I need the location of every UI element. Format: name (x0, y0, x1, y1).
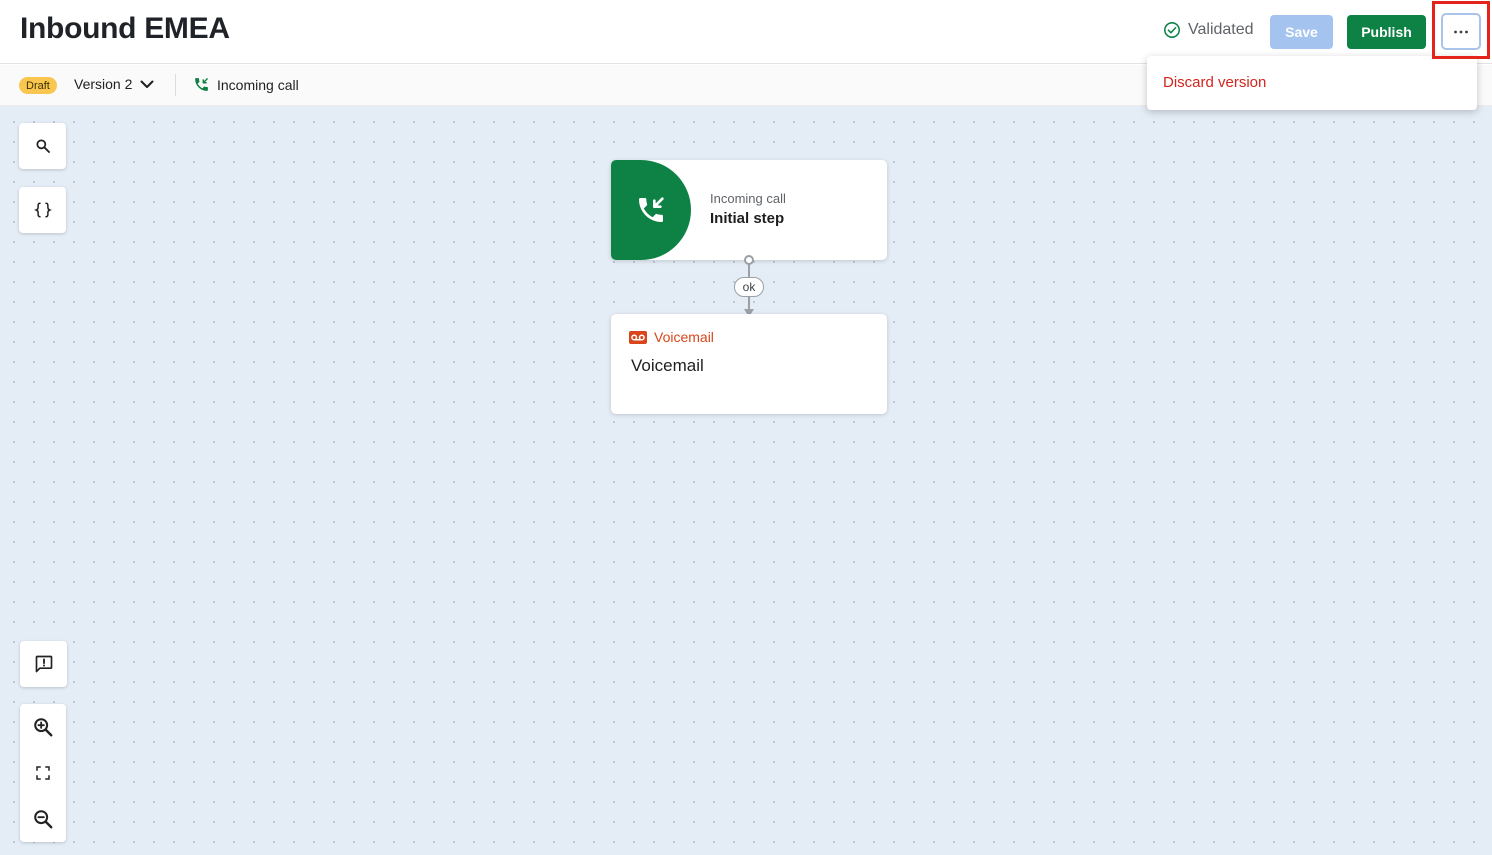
initial-step-icon-block (611, 160, 691, 260)
zoom-out-button[interactable] (20, 796, 66, 842)
version-label: Version 2 (74, 76, 133, 92)
zoom-out-icon (34, 810, 53, 829)
initial-step-node[interactable]: Incoming call Initial step (611, 160, 887, 260)
page-header: Inbound EMEA Validated Save Publish (0, 0, 1492, 64)
feedback-icon (35, 655, 52, 673)
toolbar-divider (175, 74, 176, 96)
search-button[interactable] (19, 123, 66, 169)
edge-label[interactable]: ok (734, 277, 764, 297)
incoming-call-icon (195, 78, 208, 91)
node-type-row: Voicemail (629, 329, 714, 345)
fit-view-button[interactable] (20, 750, 66, 796)
zoom-in-icon (34, 718, 53, 737)
feedback-button[interactable] (20, 641, 67, 687)
zoom-in-button[interactable] (20, 704, 66, 750)
node-title: Voicemail (631, 356, 704, 375)
edge-source-handle[interactable] (744, 255, 754, 265)
status-badge: Draft (19, 77, 57, 94)
discard-version-menu-item[interactable]: Discard version (1163, 74, 1266, 91)
voicemail-node[interactable]: Voicemail Voicemail (611, 314, 887, 414)
incoming-call-icon (639, 197, 664, 222)
node-title: Initial step (710, 210, 785, 227)
publish-button[interactable]: Publish (1347, 15, 1426, 49)
trigger-label: Incoming call (217, 76, 299, 93)
more-options-menu: Discard version (1147, 56, 1477, 110)
fit-view-icon (36, 766, 50, 780)
voicemail-icon (629, 330, 647, 344)
check-circle-icon (1164, 22, 1180, 38)
page-title: Inbound EMEA (20, 12, 230, 45)
node-type-label: Incoming call (710, 191, 786, 206)
validation-status: Validated (1163, 21, 1254, 39)
trigger-info: Incoming call (193, 76, 299, 93)
version-selector[interactable]: Version 2 (74, 76, 154, 92)
node-type-label: Voicemail (654, 329, 714, 345)
variables-button[interactable] (19, 187, 66, 233)
more-horizontal-icon (1454, 30, 1468, 33)
search-icon (35, 139, 50, 153)
more-options-button[interactable] (1441, 13, 1481, 50)
zoom-controls (20, 704, 66, 842)
validation-status-label: Validated (1188, 21, 1254, 38)
save-button[interactable]: Save (1270, 15, 1333, 49)
variables-icon (33, 202, 52, 218)
chevron-down-icon (140, 80, 154, 88)
flow-canvas[interactable]: Incoming call Initial step ok Voicemail … (0, 106, 1492, 855)
